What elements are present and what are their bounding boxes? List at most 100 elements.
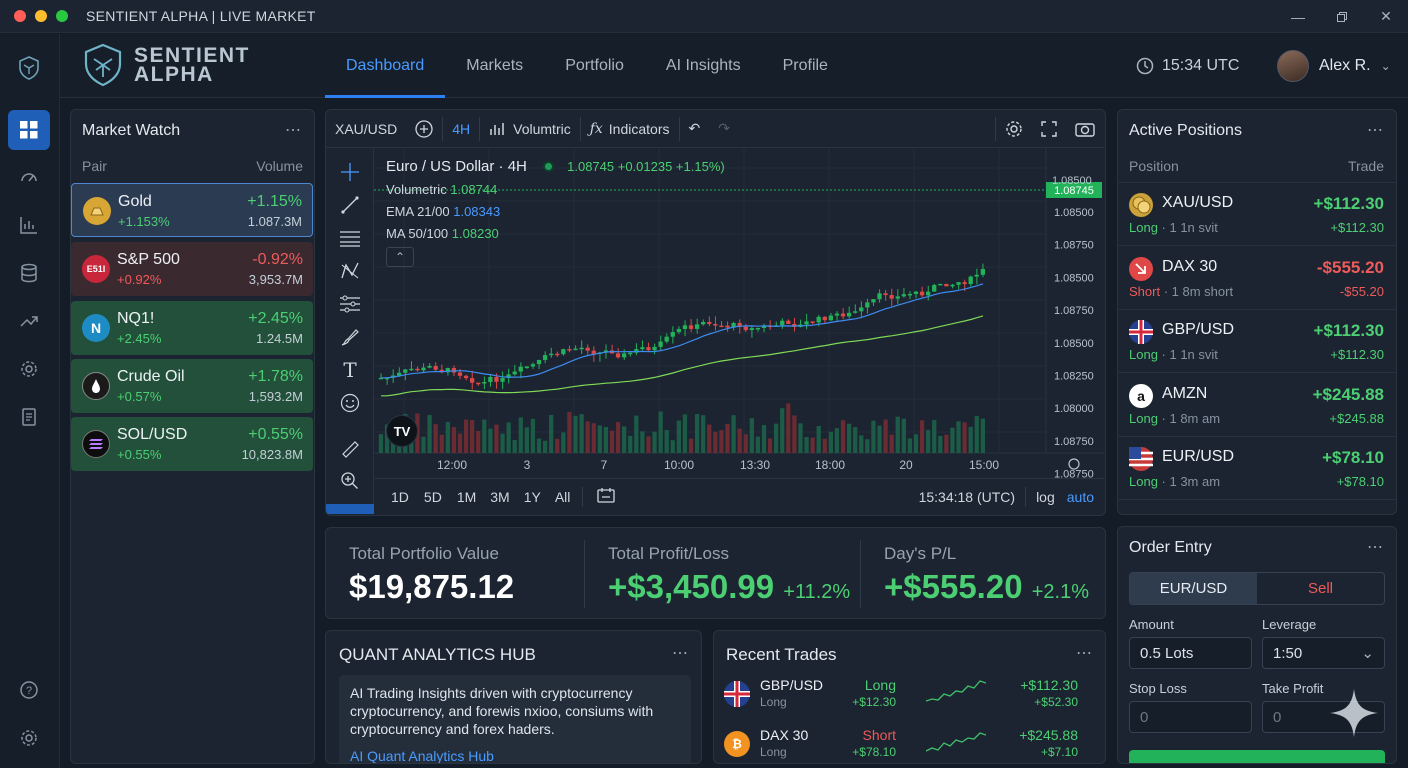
price-chart[interactable]: 1.087451.085001.085001.087501.085001.087… [374, 148, 1104, 478]
redo-icon[interactable]: ↷ [709, 110, 739, 148]
pattern-icon[interactable] [338, 259, 362, 283]
trade-row-dax30[interactable]: ₿ DAX 30 Long Short +$78.10 +$245.88 +$7… [714, 723, 1092, 763]
candle [573, 348, 578, 351]
candle [968, 276, 973, 285]
position-row-eurusd[interactable]: EUR/USD Long · 1 3m am +$78.10 +$78.10 [1118, 437, 1396, 500]
range-1m[interactable]: 1M [457, 489, 476, 505]
place-order-button[interactable] [1129, 750, 1385, 763]
brand-logo[interactable]: SENTIENT ALPHA [80, 42, 250, 88]
market-row-sol-usd[interactable]: SOL/USD +0.55% +0.55% 10,823.8M [71, 417, 313, 471]
fullscreen-icon[interactable] [1032, 110, 1066, 148]
tradingview-logo[interactable]: TV [386, 415, 418, 447]
trendline-icon[interactable] [338, 193, 362, 217]
undo-icon[interactable]: ↶ [680, 110, 710, 148]
position-row-xauusd[interactable]: XAU/USD Long · 1 1n svit +$112.30 +$112.… [1118, 183, 1396, 246]
range-1y[interactable]: 1Y [524, 489, 541, 505]
ruler-icon[interactable] [338, 437, 362, 461]
candle [549, 353, 554, 356]
candle [427, 366, 432, 368]
market-row-gold[interactable]: Gold +1.153% +1.15% 1.087.3M [71, 183, 313, 237]
indicators-button[interactable]: ƒx Indicators [581, 110, 679, 148]
crosshair-icon[interactable] [338, 160, 362, 184]
market-row-sp500[interactable]: E51I S&P 500 +0.92% -0.92% 3,953.7M [71, 242, 313, 296]
candle [555, 353, 560, 356]
interval-selector[interactable]: 4H [443, 110, 479, 148]
close-icon[interactable]: ✕ [1364, 0, 1408, 33]
emoji-icon[interactable] [338, 391, 362, 415]
candle [883, 293, 888, 296]
volume-bar [938, 435, 943, 453]
text-tool-icon[interactable]: T [338, 358, 362, 382]
more-icon[interactable]: ⋯ [1367, 537, 1384, 557]
help-icon[interactable]: ? [8, 670, 50, 710]
range-5d[interactable]: 5D [424, 489, 442, 505]
speedometer-icon[interactable] [8, 157, 50, 197]
portfolio-stats-panel: Total Portfolio Value $19,875.12 Total P… [325, 527, 1106, 619]
minimize-window-dot[interactable] [35, 10, 47, 22]
volume-bar [926, 429, 931, 453]
tab-markets[interactable]: Markets [445, 34, 544, 98]
fib-lines-icon[interactable] [338, 226, 362, 250]
amount-field[interactable]: 0.5 Lots [1129, 637, 1252, 669]
tab-portfolio[interactable]: Portfolio [544, 34, 645, 98]
stop-loss-field[interactable]: 0 [1129, 701, 1252, 733]
settings-icon[interactable] [8, 718, 50, 758]
database-icon[interactable] [8, 253, 50, 293]
chart-settings-icon[interactable] [996, 110, 1032, 148]
position-row-dax30[interactable]: DAX 30 Short · 1 8m short -$555.20 -$55.… [1118, 247, 1396, 310]
tab-profile[interactable]: Profile [762, 34, 849, 98]
symbol-selector[interactable]: XAU/USD [326, 110, 406, 148]
more-icon[interactable]: ⋯ [1367, 120, 1384, 140]
range-3m[interactable]: 3M [490, 489, 509, 505]
chart-style-button[interactable]: Volumtric [480, 110, 580, 148]
date-range-icon[interactable] [597, 487, 616, 506]
volume-bar [968, 426, 973, 453]
volume-bar [889, 434, 894, 453]
restore-icon[interactable] [1320, 0, 1364, 33]
col-volume: Volume [256, 158, 303, 174]
user-menu[interactable]: Alex R. ⌄ [1277, 34, 1391, 98]
brush-icon[interactable] [338, 325, 362, 349]
more-icon[interactable]: ⋯ [285, 120, 302, 140]
dashboard-icon[interactable] [8, 110, 50, 150]
log-toggle[interactable]: log [1036, 489, 1055, 505]
volume-bar [634, 415, 639, 453]
chart-panel: XAU/USD 4H Volumtric ƒx Indicators ↶ ↷ T … [325, 109, 1106, 516]
chart-bottom-bar: 1D 5D 1M 3M 1Y All 15:34:18 (UTC) log au… [374, 478, 1104, 514]
position-row-amzn[interactable]: a AMZN Long · 1 8m am +$245.88 +$245.88 [1118, 374, 1396, 437]
prediction-icon[interactable] [338, 292, 362, 316]
range-1d[interactable]: 1D [391, 489, 409, 505]
candle-style-icon [490, 122, 504, 135]
tab-ai-insights[interactable]: AI Insights [645, 34, 762, 98]
collapse-tab[interactable] [326, 504, 374, 514]
chart-bars-icon[interactable] [8, 205, 50, 245]
quant-link[interactable]: AI Quant Analytics Hub [350, 748, 680, 763]
sparkline [926, 680, 986, 702]
range-all[interactable]: All [555, 489, 571, 505]
profit-loss-label: Total Profit/Loss [608, 544, 729, 563]
volume-bar [609, 430, 615, 453]
report-icon[interactable] [8, 397, 50, 437]
buy-pair-button[interactable]: EUR/USD [1130, 573, 1257, 604]
leverage-select[interactable]: 1:50 ⌄ [1262, 637, 1385, 669]
collapse-legend-button[interactable]: ⌃ [386, 247, 414, 267]
market-row-nq1[interactable]: N NQ1! +2.45% +2.45% 1.24.5M [71, 301, 313, 355]
more-icon[interactable]: ⋯ [672, 643, 689, 663]
more-icon[interactable]: ⋯ [1076, 643, 1093, 663]
camera-icon[interactable] [1066, 110, 1104, 148]
position-row-gbpusd[interactable]: GBP/USD Long · 1 1n svit +$112.30 +$112.… [1118, 310, 1396, 373]
maximize-window-dot[interactable] [56, 10, 68, 22]
volume-bar [719, 430, 724, 453]
volume-bar [853, 427, 858, 453]
zoom-icon[interactable] [338, 469, 362, 493]
trend-icon[interactable] [8, 301, 50, 341]
sell-button[interactable]: Sell [1257, 573, 1384, 604]
market-row-crude-oil[interactable]: Crude Oil +0.57% +1.78% 1,593.2M [71, 359, 313, 413]
auto-toggle[interactable]: auto [1067, 489, 1094, 505]
trade-row-gbpusd[interactable]: GBP/USD Long Long +$12.30 +$112.30 +$52.… [714, 673, 1092, 721]
add-symbol-icon[interactable] [406, 110, 442, 148]
minimize-icon[interactable]: — [1276, 0, 1320, 33]
gear-icon[interactable] [8, 349, 50, 389]
tab-dashboard[interactable]: Dashboard [325, 34, 446, 98]
close-window-dot[interactable] [14, 10, 26, 22]
